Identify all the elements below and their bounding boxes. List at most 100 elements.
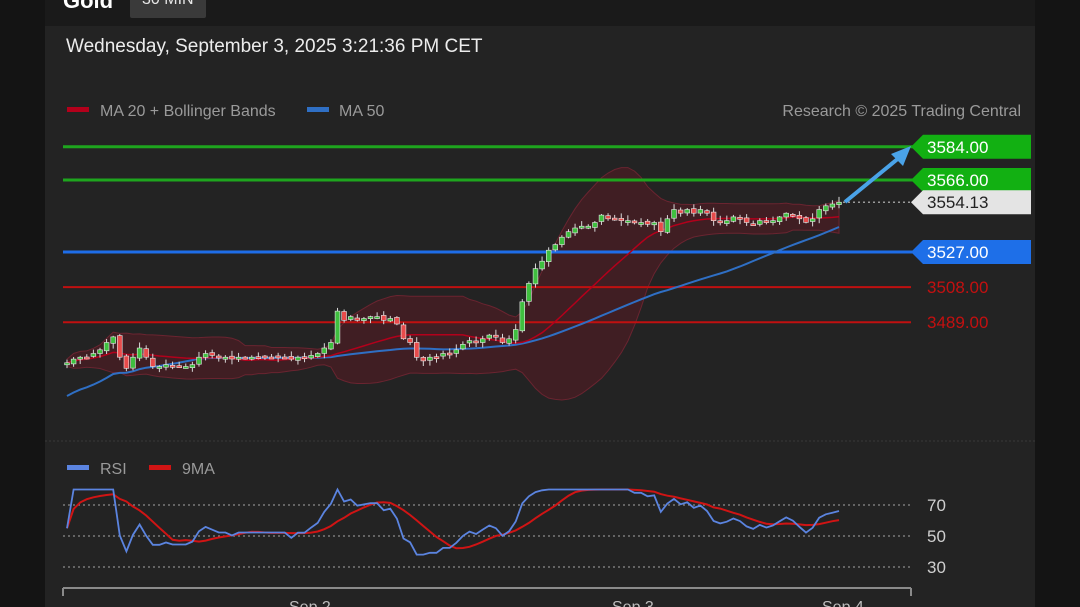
candle-body — [717, 220, 723, 224]
candle-body — [783, 212, 789, 218]
candle-body — [816, 209, 822, 219]
candle-body — [209, 352, 215, 356]
candle-body — [578, 225, 585, 229]
candle-body — [394, 317, 400, 325]
candle-body — [347, 316, 354, 320]
bollinger-bands — [66, 167, 840, 401]
candle-body — [710, 211, 717, 222]
candle-body — [592, 222, 598, 228]
rsi-ma-legend-label: 9MA — [182, 461, 215, 478]
candle-body — [235, 356, 242, 360]
candle-body — [216, 355, 222, 359]
price-tag-label: 3554.13 — [927, 193, 988, 212]
rsi-axis-50: 50 — [927, 527, 946, 546]
candle — [519, 299, 525, 333]
candle-body — [400, 324, 407, 340]
price-tag-pivot: 3527.00 — [911, 240, 1031, 264]
candle — [334, 307, 341, 345]
candle-body — [618, 218, 625, 221]
rsi-axis-30: 30 — [927, 558, 946, 577]
candle — [532, 263, 539, 288]
candle-body — [493, 334, 499, 338]
candle-body — [150, 357, 156, 367]
candle-body — [361, 318, 367, 321]
candle-body — [763, 220, 770, 223]
price-tags: 3584.00 3566.00 3554.13 3527.00 3508.00 3489.… — [911, 134, 1031, 332]
candle-body — [724, 220, 730, 224]
candle-body — [341, 311, 347, 321]
rsi-line — [66, 487, 840, 556]
candle-body — [611, 217, 618, 221]
candle-body — [677, 209, 684, 214]
candle-body — [466, 340, 473, 344]
candle-body — [196, 356, 202, 365]
candle-body — [790, 214, 796, 217]
candle-body — [268, 356, 275, 360]
candle-body — [836, 201, 842, 205]
candle-body — [506, 338, 512, 344]
candle-body — [103, 342, 110, 352]
candle-body — [697, 209, 704, 214]
candle-body — [730, 216, 737, 222]
price-chart: MA 20 + Bollinger Bands MA 50 Research ©… — [45, 103, 1035, 607]
candle-body — [97, 349, 103, 354]
price-tag-support: 3508.00 — [927, 278, 988, 297]
candle-body — [117, 335, 123, 358]
right-margin — [1035, 0, 1080, 607]
candle-body — [532, 268, 539, 285]
candle-body — [84, 356, 90, 360]
rsi-ma-legend-swatch — [149, 465, 171, 470]
candle-body — [704, 210, 710, 214]
candle — [117, 334, 123, 361]
candle-body — [453, 349, 459, 354]
candle-body — [110, 336, 116, 344]
candle-body — [380, 315, 387, 321]
candle-body — [473, 340, 479, 344]
bollinger-band-area — [66, 167, 840, 401]
candle-body — [479, 338, 486, 343]
candle-body — [407, 338, 413, 343]
candle-body — [255, 356, 262, 360]
candle-body — [275, 355, 281, 359]
left-margin — [0, 0, 45, 607]
candle-body — [123, 355, 130, 369]
candle-body — [183, 366, 189, 369]
candle-body — [605, 215, 611, 220]
candle-body — [136, 347, 143, 359]
candle-body — [90, 353, 97, 357]
ma50-legend-swatch — [307, 107, 329, 112]
candle-body — [321, 347, 327, 354]
candle-body — [189, 364, 196, 369]
candle-body — [295, 356, 301, 361]
candle-body — [77, 356, 83, 360]
candle-body — [585, 225, 592, 229]
candle-body — [671, 209, 677, 219]
candle-body — [446, 352, 453, 356]
x-axis-label-sep2: Sep 2 — [289, 599, 331, 607]
candle-body — [387, 318, 393, 322]
candle-body — [301, 356, 308, 360]
candle-body — [314, 353, 321, 357]
candle-body — [809, 218, 816, 222]
rsi-axis-70: 70 — [927, 496, 946, 515]
candle-body — [433, 356, 440, 360]
candle-body — [625, 220, 631, 223]
candle-body — [328, 342, 334, 350]
candle-body — [598, 214, 605, 222]
candle-body — [64, 362, 70, 366]
candle-body — [143, 348, 149, 358]
chart-panel: Gold 30 MIN Wednesday, September 3, 2025… — [45, 0, 1035, 607]
candle-body — [539, 260, 545, 270]
candle-body — [565, 231, 572, 238]
forecast-arrow-icon — [843, 146, 911, 204]
rsi-indicator — [63, 487, 911, 568]
candle-body — [552, 244, 558, 251]
candle-body — [526, 283, 532, 302]
candle-body — [658, 221, 664, 233]
candle-body — [70, 358, 77, 365]
candle-body — [427, 356, 433, 361]
candle-body — [202, 353, 209, 358]
candle-body — [803, 217, 809, 223]
candle-body — [413, 342, 420, 358]
candle-body — [262, 355, 268, 359]
